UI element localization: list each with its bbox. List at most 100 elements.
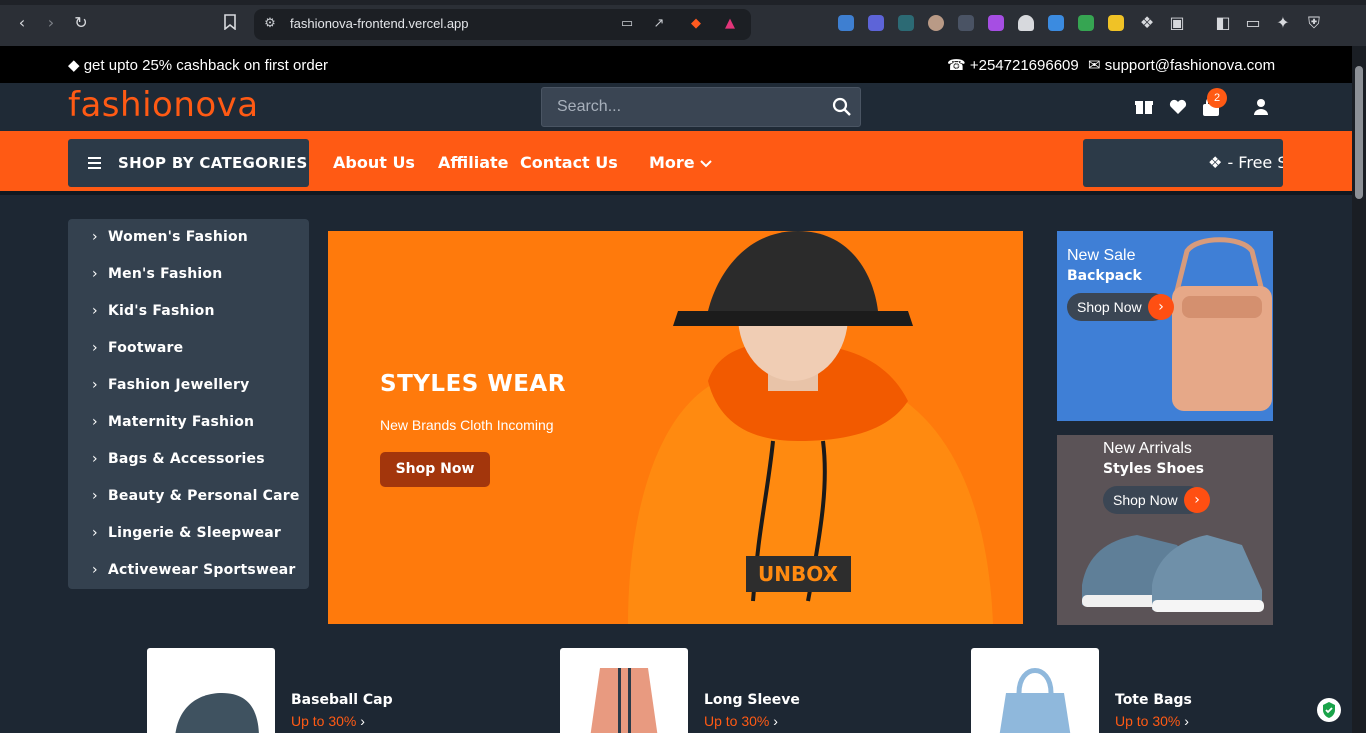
extensions-icon[interactable]: ❖ — [1138, 14, 1156, 32]
nav-link-affiliate[interactable]: Affiliate — [438, 153, 509, 172]
promo-banner-backpack[interactable]: New Sale Backpack Shop Now › — [1057, 231, 1273, 421]
brave-shield-icon[interactable]: ◆ — [688, 16, 704, 32]
search-icon[interactable] — [832, 97, 852, 117]
product-name[interactable]: Tote Bags — [1115, 692, 1192, 708]
chevron-right-icon: › — [92, 303, 98, 319]
phone-number[interactable]: +254721696609 — [970, 57, 1079, 74]
product-offer[interactable]: Up to 30% › — [1115, 713, 1189, 729]
extension-icon[interactable] — [1018, 15, 1034, 31]
free-shipping-label: - Free S — [1227, 153, 1283, 172]
chevron-down-icon — [700, 160, 712, 168]
forward-icon[interactable]: › — [42, 14, 60, 32]
scrollbar-thumb[interactable] — [1355, 66, 1363, 199]
user-account-icon[interactable] — [1251, 97, 1271, 117]
category-item[interactable]: › Beauty & Personal Care — [92, 488, 300, 508]
product-thumbnail-baseball-cap[interactable] — [147, 648, 275, 733]
phone-contact[interactable]: ☎ +254721696609 — [947, 56, 1079, 74]
brave-rewards-icon[interactable]: ▲ — [722, 16, 738, 32]
category-label: Bags & Accessories — [108, 451, 265, 467]
hero-shop-now-button[interactable]: Shop Now — [380, 452, 490, 487]
leo-icon[interactable]: ✦ — [1274, 14, 1292, 32]
nav-link-about-us[interactable]: About Us — [333, 153, 415, 172]
bookmark-icon[interactable] — [221, 14, 239, 32]
category-label: Maternity Fashion — [108, 414, 255, 430]
more-label: More — [649, 153, 695, 172]
category-item[interactable]: › Footware — [92, 340, 183, 360]
gift-box-icon[interactable] — [1134, 97, 1154, 117]
shop-by-categories-button[interactable]: SHOP BY CATEGORIES — [68, 139, 309, 187]
banner-heading: New Arrivals — [1103, 440, 1192, 457]
category-item[interactable]: › Kid's Fashion — [92, 303, 215, 323]
email-contact[interactable]: ✉ support@fashionova.com — [1088, 56, 1275, 74]
extension-icon[interactable] — [1048, 15, 1064, 31]
extension-icon[interactable] — [1108, 15, 1124, 31]
site-header: fashionova — [0, 83, 1352, 131]
security-shield-icon[interactable] — [1317, 698, 1341, 722]
category-label: Footware — [108, 340, 184, 356]
vpn-icon[interactable]: ⛨ — [1305, 14, 1323, 32]
category-sidebar: › Women's Fashion › Men's Fashion › Kid's F… — [68, 219, 309, 589]
category-item[interactable]: › Maternity Fashion — [92, 414, 254, 434]
chevron-right-icon: › — [92, 414, 98, 430]
category-label: Men's Fashion — [108, 266, 223, 282]
extension-icon[interactable] — [928, 15, 944, 31]
extension-icon[interactable] — [988, 15, 1004, 31]
arrow-right-icon[interactable]: › — [1184, 487, 1210, 513]
extension-icon[interactable] — [958, 15, 974, 31]
reader-icon[interactable]: ▣ — [1168, 14, 1186, 32]
product-thumbnail-tote-bags[interactable] — [971, 648, 1099, 733]
extension-icon[interactable] — [1078, 15, 1094, 31]
arrow-right-icon[interactable]: › — [1148, 294, 1174, 320]
hero-banner: UNBOX STYLES WEAR New Brands Cloth Incom… — [328, 231, 1023, 624]
sidebar-icon[interactable]: ◧ — [1214, 14, 1232, 32]
extension-icon[interactable] — [898, 15, 914, 31]
menu-icon — [88, 157, 101, 172]
chevron-right-icon: › — [92, 451, 98, 467]
extension-icon[interactable] — [838, 15, 854, 31]
chevron-right-icon: › — [92, 377, 98, 393]
mail-icon: ✉ — [1088, 57, 1101, 74]
offer-label: Up to 30% — [291, 713, 357, 729]
product-thumbnail-long-sleeve[interactable] — [560, 648, 688, 733]
wishlist-heart-icon[interactable] — [1168, 97, 1188, 117]
category-item[interactable]: › Men's Fashion — [92, 266, 222, 286]
site-settings-icon[interactable]: ⚙ — [262, 16, 278, 32]
product-offer[interactable]: Up to 30% › — [291, 713, 365, 729]
chevron-right-icon: › — [92, 525, 98, 541]
back-icon[interactable]: ‹ — [13, 14, 31, 32]
offer-label: Up to 30% — [704, 713, 770, 729]
banner-subheading: Styles Shoes — [1103, 461, 1204, 477]
email-address[interactable]: support@fashionova.com — [1105, 57, 1275, 74]
cast-icon[interactable]: ▭ — [619, 16, 635, 32]
reload-icon[interactable]: ↻ — [72, 14, 90, 32]
offer-label: Up to 30% — [1115, 713, 1181, 729]
tag-icon: ◆ — [68, 57, 80, 74]
free-shipping-marquee: ❖ - Free S — [1083, 139, 1283, 187]
url-text[interactable]: fashionova-frontend.vercel.app — [290, 16, 469, 31]
product-name[interactable]: Long Sleeve — [704, 692, 800, 708]
product-name[interactable]: Baseball Cap — [291, 692, 393, 708]
category-item[interactable]: › Women's Fashion — [92, 229, 248, 249]
free-shipping-text: ❖ - Free S — [1208, 153, 1283, 172]
tote-bag-image — [999, 668, 1071, 733]
category-item[interactable]: › Activewear Sportswear — [92, 562, 296, 582]
nav-link-contact-us[interactable]: Contact Us — [520, 153, 618, 172]
category-item[interactable]: › Lingerie & Sleepwear — [92, 525, 281, 545]
wallet-icon[interactable]: ▭ — [1244, 14, 1262, 32]
phone-icon: ☎ — [947, 57, 966, 74]
category-item[interactable]: › Fashion Jewellery — [92, 377, 249, 397]
share-icon[interactable]: ↗ — [651, 16, 667, 32]
promo-banner-shoes[interactable]: New Arrivals Styles Shoes Shop Now › — [1057, 435, 1273, 625]
category-label: Kid's Fashion — [108, 303, 215, 319]
site-logo[interactable]: fashionova — [68, 85, 259, 125]
category-label: Women's Fashion — [108, 229, 248, 245]
page-scrollbar[interactable] — [1352, 46, 1366, 733]
category-item[interactable]: › Bags & Accessories — [92, 451, 265, 471]
address-bar[interactable]: ⚙ fashionova-frontend.vercel.app ▭ ↗ ◆ ▲ — [254, 9, 751, 40]
banner-subheading: Backpack — [1067, 268, 1142, 284]
extension-icon[interactable] — [868, 15, 884, 31]
baseball-cap-image — [175, 693, 259, 733]
product-offer[interactable]: Up to 30% › — [704, 713, 778, 729]
nav-link-more[interactable]: More — [649, 153, 712, 172]
search-input[interactable] — [542, 88, 822, 126]
